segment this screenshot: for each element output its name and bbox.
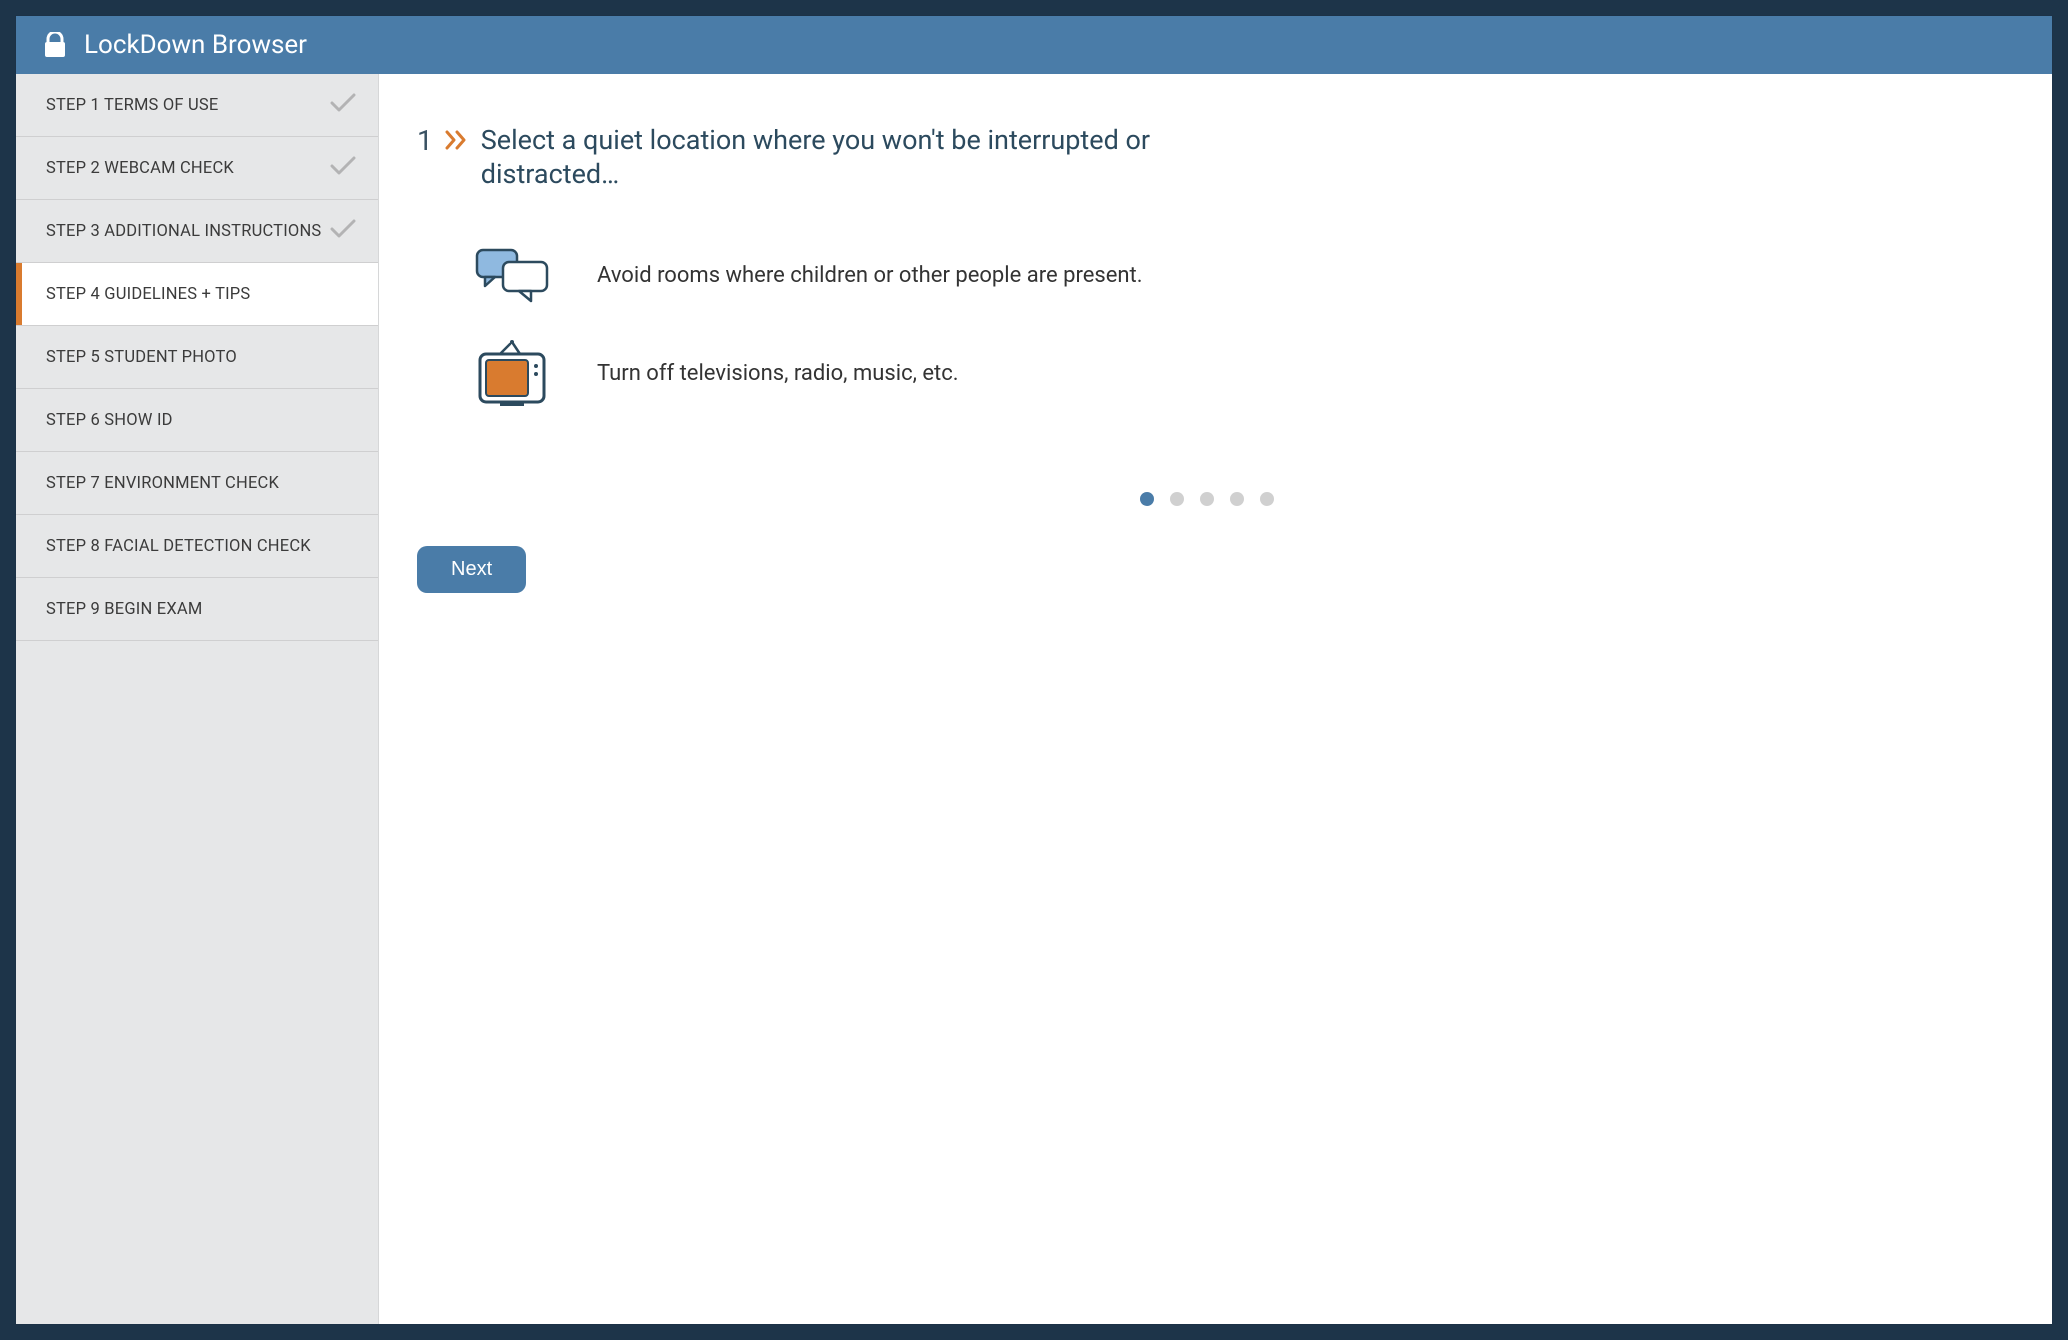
step-sidebar: STEP 1 TERMS OF USE STEP 2 WEBCAM CHECK ST… <box>16 74 379 1324</box>
sidebar-step-label: STEP 4 GUIDELINES + TIPS <box>46 285 250 304</box>
check-icon <box>330 219 356 244</box>
sidebar-step-label: STEP 2 WEBCAM CHECK <box>46 159 234 178</box>
tips-list: Avoid rooms where children or other peop… <box>417 232 1996 442</box>
check-icon <box>330 156 356 181</box>
sidebar-step-7[interactable]: STEP 7 ENVIRONMENT CHECK <box>16 452 378 515</box>
main-content: 1 Select a quiet location where you won'… <box>379 74 2052 1324</box>
titlebar: LockDown Browser <box>16 16 2052 74</box>
pager-dot-5[interactable] <box>1260 492 1274 506</box>
tv-icon <box>467 340 557 408</box>
speech-bubbles-icon <box>467 246 557 306</box>
lock-icon <box>44 32 66 58</box>
tip-row: Avoid rooms where children or other peop… <box>467 246 1996 306</box>
pager-dots <box>417 492 1996 506</box>
sidebar-step-9[interactable]: STEP 9 BEGIN EXAM <box>16 578 378 641</box>
check-icon <box>330 93 356 118</box>
sidebar-step-6[interactable]: STEP 6 SHOW ID <box>16 389 378 452</box>
app-frame: LockDown Browser STEP 1 TERMS OF USESTEP… <box>16 16 2052 1324</box>
sidebar-step-label: STEP 9 BEGIN EXAM <box>46 600 202 619</box>
sidebar-step-label: STEP 5 STUDENT PHOTO <box>46 348 237 367</box>
pager-dot-2[interactable] <box>1170 492 1184 506</box>
next-button-row: Next <box>417 546 1996 593</box>
sidebar-step-label: STEP 7 ENVIRONMENT CHECK <box>46 474 279 493</box>
sidebar-step-2[interactable]: STEP 2 WEBCAM CHECK <box>16 137 378 200</box>
page-heading: Select a quiet location where you won't … <box>481 124 1201 192</box>
page-number: 1 <box>417 124 433 158</box>
pager-dot-1[interactable] <box>1140 492 1154 506</box>
sidebar-step-1[interactable]: STEP 1 TERMS OF USE <box>16 74 378 137</box>
next-button[interactable]: Next <box>417 546 526 593</box>
content-heading-row: 1 Select a quiet location where you won'… <box>417 124 1996 192</box>
chevron-right-double-icon <box>445 130 469 150</box>
sidebar-step-5[interactable]: STEP 5 STUDENT PHOTO <box>16 326 378 389</box>
pager-dot-3[interactable] <box>1200 492 1214 506</box>
sidebar-step-label: STEP 3 ADDITIONAL INSTRUCTIONS <box>46 222 321 241</box>
app-title: LockDown Browser <box>84 30 307 60</box>
sidebar-step-8[interactable]: STEP 8 FACIAL DETECTION CHECK <box>16 515 378 578</box>
sidebar-step-3[interactable]: STEP 3 ADDITIONAL INSTRUCTIONS <box>16 200 378 263</box>
tip-row: Turn off televisions, radio, music, etc. <box>467 340 1996 408</box>
sidebar-step-label: STEP 8 FACIAL DETECTION CHECK <box>46 537 311 556</box>
sidebar-step-4[interactable]: STEP 4 GUIDELINES + TIPS <box>16 263 378 326</box>
app-body: STEP 1 TERMS OF USE STEP 2 WEBCAM CHECK ST… <box>16 74 2052 1324</box>
sidebar-step-label: STEP 6 SHOW ID <box>46 411 173 430</box>
tip-text: Avoid rooms where children or other peop… <box>597 263 1143 288</box>
sidebar-step-label: STEP 1 TERMS OF USE <box>46 96 219 115</box>
tip-text: Turn off televisions, radio, music, etc. <box>597 361 959 386</box>
pager-dot-4[interactable] <box>1230 492 1244 506</box>
